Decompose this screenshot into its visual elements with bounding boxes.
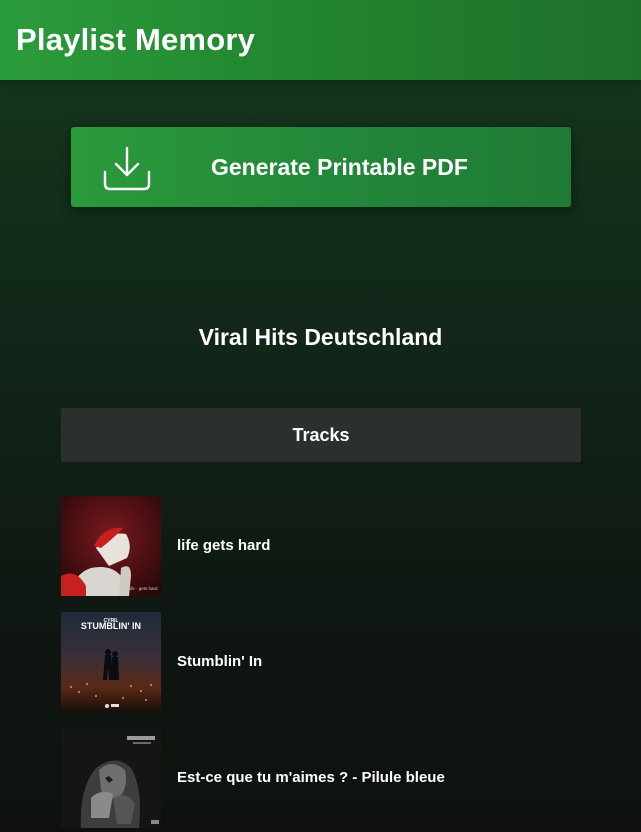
- track-cover-art: CYRIL STUMBLIN' IN: [61, 612, 161, 712]
- track-item[interactable]: Est-ce que tu m'aimes ? - Pilule bleue: [61, 728, 581, 828]
- tracks-header: Tracks: [61, 408, 581, 462]
- playlist-title: Viral Hits Deutschland: [198, 324, 443, 350]
- app-header: Playlist Memory: [0, 0, 641, 80]
- svg-text:life · gets hard: life · gets hard: [129, 586, 158, 591]
- track-item[interactable]: life · gets hard life gets hard: [61, 496, 581, 596]
- track-cover-art: [61, 728, 161, 828]
- app-title: Playlist Memory: [16, 22, 256, 57]
- track-item[interactable]: CYRIL STUMBLIN' IN Stumblin' In: [61, 612, 581, 712]
- track-title: life gets hard: [177, 537, 271, 554]
- track-title: Est-ce que tu m'aimes ? - Pilule bleue: [177, 769, 445, 786]
- svg-text:STUMBLIN' IN: STUMBLIN' IN: [81, 621, 141, 631]
- generate-pdf-button[interactable]: Generate Printable PDF: [71, 127, 571, 207]
- download-icon: [103, 146, 151, 191]
- tracks-header-label: Tracks: [292, 425, 350, 445]
- track-title: Stumblin' In: [177, 653, 263, 670]
- track-cover-art: life · gets hard: [61, 496, 161, 596]
- generate-pdf-label: Generate Printable PDF: [211, 154, 468, 180]
